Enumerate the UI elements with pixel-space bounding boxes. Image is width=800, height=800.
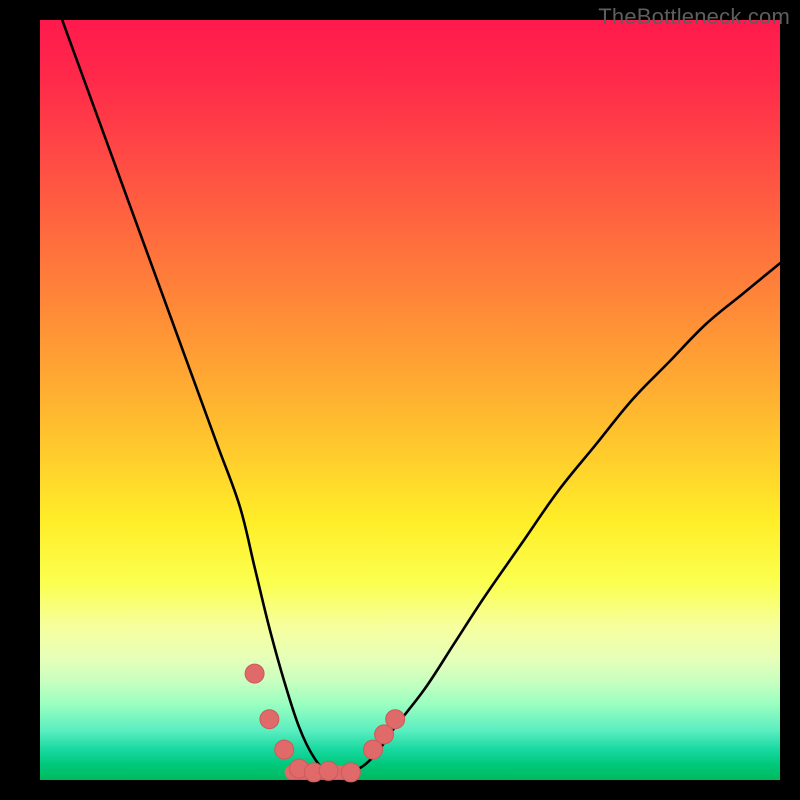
bottleneck-curve bbox=[62, 20, 780, 774]
chart-frame: TheBottleneck.com bbox=[0, 0, 800, 800]
highlight-marker bbox=[275, 740, 294, 759]
highlight-marker bbox=[386, 710, 405, 729]
highlight-marker bbox=[245, 664, 264, 683]
watermark-text: TheBottleneck.com bbox=[598, 4, 790, 30]
highlight-marker bbox=[260, 710, 279, 729]
bottleneck-chart-svg bbox=[40, 20, 780, 780]
highlight-marker bbox=[341, 763, 360, 782]
highlight-markers-group bbox=[245, 664, 405, 782]
highlight-marker bbox=[319, 761, 338, 780]
chart-plot-area bbox=[40, 20, 780, 780]
